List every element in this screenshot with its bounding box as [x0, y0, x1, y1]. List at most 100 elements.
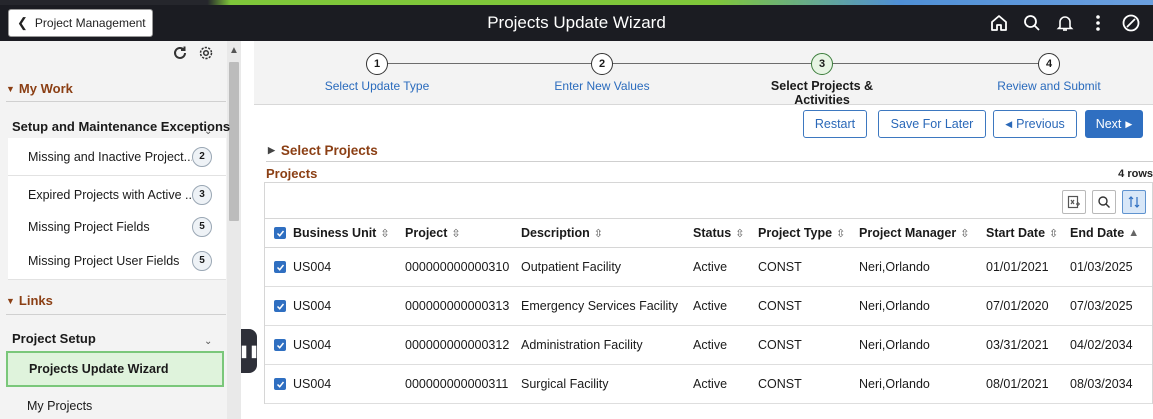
chevron-down-icon[interactable]: ⌄	[204, 336, 212, 347]
sidebar-item-missing-user-fields[interactable]: Missing Project User Fields 5	[8, 242, 226, 280]
search-icon[interactable]	[1092, 190, 1116, 214]
group-setup-maintenance-exceptions[interactable]: Setup and Maintenance Exceptions	[12, 119, 230, 134]
table-row[interactable]: US004 000000000000310 Outpatient Facilit…	[265, 248, 1152, 287]
restart-button[interactable]: Restart	[803, 110, 867, 138]
column-header-description[interactable]: Description ⇳	[521, 219, 603, 247]
sidebar-item-missing-inactive[interactable]: Missing and Inactive Project... 2	[8, 138, 226, 176]
group-label: Setup and Maintenance Exceptions	[12, 119, 231, 134]
next-button[interactable]: Next ▶	[1085, 110, 1143, 138]
table-row[interactable]: US004 000000000000311 Surgical Facility …	[265, 365, 1152, 404]
table-row[interactable]: US004 000000000000312 Administration Fac…	[265, 326, 1152, 365]
step-label: Enter New Values	[554, 79, 650, 93]
sidebar-item-my-projects[interactable]: My Projects	[27, 399, 92, 413]
my-work-section[interactable]: ▼ My Work	[6, 81, 73, 96]
back-button[interactable]: ❮ Project Management	[8, 9, 153, 37]
cell-business-unit: US004	[293, 338, 332, 352]
previous-label: Previous	[1016, 117, 1065, 131]
step-4[interactable]: 4 Review and Submit	[969, 53, 1129, 93]
sidebar-item-label: My Projects	[27, 399, 93, 413]
caret-right-icon: ▶	[268, 145, 275, 155]
scrollbar-thumb[interactable]	[229, 62, 239, 221]
save-for-later-button[interactable]: Save For Later	[878, 110, 986, 138]
app-banner: ❮ Project Management Projects Update Wiz…	[0, 5, 1153, 41]
bell-icon[interactable]	[1048, 5, 1081, 41]
count-badge: 5	[192, 250, 212, 271]
more-icon[interactable]	[1081, 5, 1114, 41]
sidebar-item-missing-fields[interactable]: Missing Project Fields 5	[8, 208, 226, 246]
cell-project: 000000000000313	[405, 299, 510, 313]
cell-business-unit: US004	[293, 377, 332, 391]
nav-compass-icon[interactable]	[1114, 5, 1147, 41]
cell-project-manager: Neri,Orlando	[859, 299, 930, 313]
step-train: 1 Select Update Type 2 Enter New Values …	[254, 41, 1153, 107]
step-number: 2	[591, 53, 613, 75]
chevron-left-icon: ❮	[17, 15, 28, 30]
home-icon[interactable]	[982, 5, 1015, 41]
chevron-down-icon[interactable]: ⌄	[204, 126, 212, 137]
gear-icon[interactable]	[198, 45, 214, 64]
row-checkbox[interactable]	[274, 248, 286, 286]
sidebar-item-projects-update-wizard[interactable]: Projects Update Wizard	[6, 351, 224, 387]
cell-end-date: 08/03/2034	[1070, 377, 1133, 391]
select-all-checkbox[interactable]	[274, 219, 286, 247]
search-icon[interactable]	[1015, 5, 1048, 41]
divider	[6, 314, 226, 315]
cell-start-date: 07/01/2020	[986, 299, 1049, 313]
step-number: 1	[366, 53, 388, 75]
cell-project: 000000000000312	[405, 338, 510, 352]
step-label: Select Projects & Activities	[770, 79, 874, 107]
sidebar-item-label: Missing Project User Fields	[28, 253, 180, 268]
divider	[6, 101, 226, 102]
cell-project-type: CONST	[758, 299, 802, 313]
row-checkbox[interactable]	[274, 287, 286, 325]
cell-project-type: CONST	[758, 377, 802, 391]
export-icon[interactable]	[1062, 190, 1086, 214]
column-header-project-manager[interactable]: Project Manager ⇳	[859, 219, 969, 247]
select-projects-toggle[interactable]: ▶ Select Projects	[268, 143, 378, 158]
collapse-sidebar-handle[interactable]: ❚❚	[239, 329, 259, 373]
table-row[interactable]: US004 000000000000313 Emergency Services…	[265, 287, 1152, 326]
previous-button[interactable]: ◀ Previous	[993, 110, 1077, 138]
page-title: Projects Update Wizard	[487, 13, 666, 32]
sidebar-item-label: Expired Projects with Active ...	[28, 187, 192, 202]
sidebar-item-label: Missing Project Fields	[28, 219, 150, 234]
cell-end-date: 07/03/2025	[1070, 299, 1133, 313]
cell-start-date: 08/01/2021	[986, 377, 1049, 391]
sidebar-tools	[172, 45, 214, 64]
cell-project-type: CONST	[758, 260, 802, 274]
cell-project: 000000000000310	[405, 260, 510, 274]
column-header-project-type[interactable]: Project Type ⇳	[758, 219, 845, 247]
group-project-setup[interactable]: Project Setup	[12, 331, 96, 346]
cell-end-date: 01/03/2025	[1070, 260, 1133, 274]
column-header-business-unit[interactable]: Business Unit ⇳	[293, 219, 390, 247]
row-count: 4 rows	[1118, 168, 1153, 180]
grid-toolbar	[1062, 190, 1146, 214]
back-button-label: Project Management	[34, 16, 146, 30]
column-header-status[interactable]: Status ⇳	[693, 219, 744, 247]
column-header-start-date[interactable]: Start Date ⇳	[986, 219, 1058, 247]
column-header-end-date[interactable]: End Date ▲	[1070, 219, 1139, 247]
sidebar-item-label: Missing and Inactive Project...	[28, 149, 192, 164]
cell-start-date: 03/31/2021	[986, 338, 1049, 352]
row-checkbox[interactable]	[274, 365, 286, 403]
count-badge: 5	[192, 216, 212, 237]
links-section[interactable]: ▼ Links	[6, 293, 53, 308]
cell-business-unit: US004	[293, 299, 332, 313]
row-checkbox[interactable]	[274, 326, 286, 364]
step-2[interactable]: 2 Enter New Values	[522, 53, 682, 93]
scroll-up-icon[interactable]: ▲	[227, 45, 241, 56]
group-label: Project Setup	[12, 331, 96, 346]
step-label: Review and Submit	[997, 79, 1101, 93]
refresh-icon[interactable]	[172, 45, 188, 64]
column-header-project[interactable]: Project ⇳	[405, 219, 461, 247]
sort-icon[interactable]	[1122, 190, 1146, 214]
table-header: Business Unit ⇳ Project ⇳ Description ⇳ Sta…	[265, 218, 1152, 248]
step-label: Select Update Type	[324, 79, 430, 93]
caret-left-icon: ◀	[1005, 118, 1013, 129]
cell-status: Active	[693, 299, 728, 313]
cell-project-manager: Neri,Orlando	[859, 377, 930, 391]
step-1[interactable]: 1 Select Update Type	[297, 53, 457, 93]
cell-project-manager: Neri,Orlando	[859, 260, 930, 274]
projects-grid: Business Unit ⇳ Project ⇳ Description ⇳ Sta…	[264, 182, 1153, 404]
step-number: 3	[811, 53, 833, 75]
